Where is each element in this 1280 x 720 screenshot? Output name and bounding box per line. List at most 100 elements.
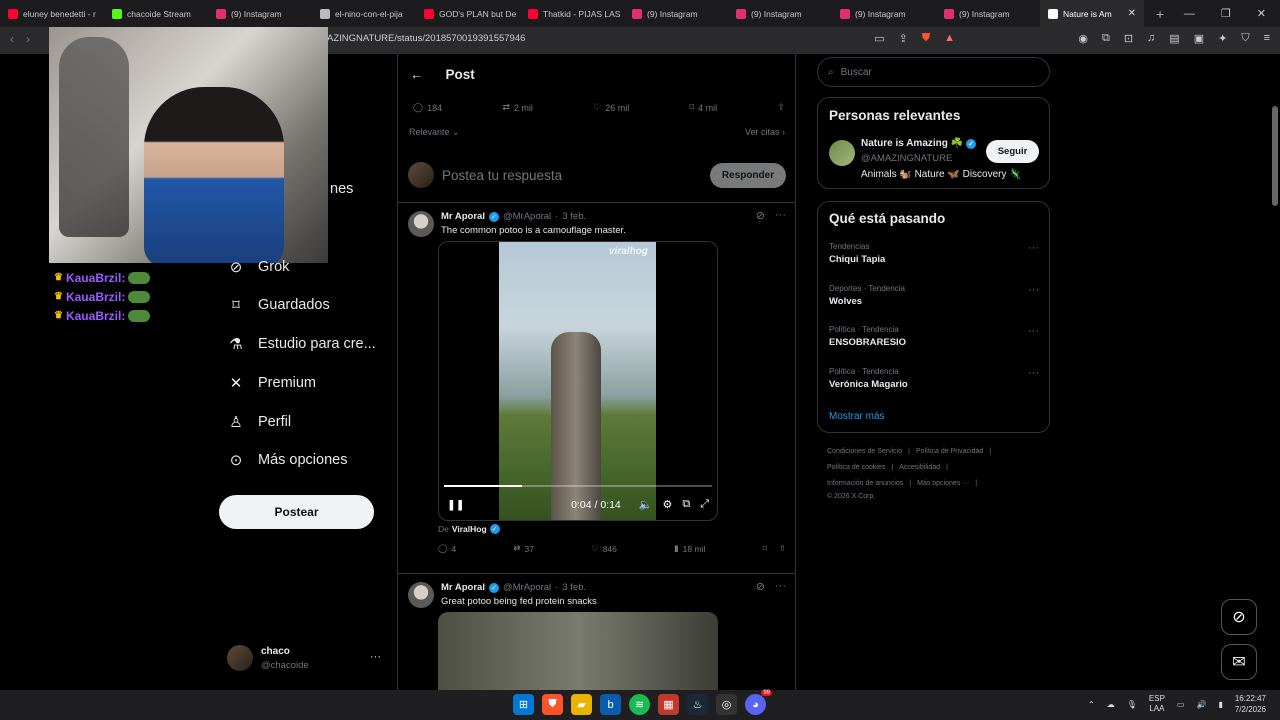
sidebar-item-perfil[interactable]: ♙ Perfil (228, 414, 291, 431)
battery-icon[interactable]: ▮ (1218, 700, 1222, 709)
footer-link[interactable]: Más opciones ··· (917, 480, 969, 487)
sidebar-item-guardados[interactable]: ⌑ Guardados (228, 297, 330, 314)
back-arrow-icon[interactable]: ← (410, 67, 424, 82)
new-tab-icon[interactable]: + (1156, 6, 1164, 22)
close-window-icon[interactable]: ✕ (1257, 7, 1266, 20)
more-icon[interactable]: ··· (1028, 325, 1039, 337)
menu-icon[interactable]: ≡ (1264, 32, 1270, 45)
trend-item[interactable]: Tendencias Chiqui Tapia ··· (829, 242, 1039, 265)
spotify-icon[interactable]: ≋ (629, 694, 650, 715)
trend-item[interactable]: Deportes · Tendencia Wolves ··· (829, 284, 1039, 307)
browser-tab[interactable]: eluney benedetti - r (0, 0, 104, 27)
display-icon[interactable]: ▭ (1177, 700, 1185, 709)
browser-tab[interactable]: (9) Instagram (936, 0, 1040, 27)
sidebar-item-m-s-opciones[interactable]: ⊙ Más opciones (228, 452, 348, 469)
sidebar-item-grok[interactable]: ⊘ Grok (228, 259, 290, 276)
more-icon[interactable]: ··· (370, 651, 381, 663)
reposts-stat[interactable]: ⇄ 2 mil (502, 102, 533, 113)
wallet-icon[interactable]: ◉ (1078, 32, 1088, 45)
share-icon[interactable]: ⇧ (779, 543, 786, 554)
messages-icon[interactable]: ✉ (1221, 644, 1257, 680)
start-icon[interactable]: ⊞ (513, 694, 534, 715)
account-switcher[interactable]: chaco @chacoide ··· (227, 645, 387, 673)
avatar[interactable] (408, 582, 434, 608)
back-icon[interactable]: ‹ (10, 32, 14, 46)
browser-tab[interactable]: (9) Instagram (832, 0, 936, 27)
footer-link[interactable]: Accesibilidad (899, 464, 940, 471)
browser-tab[interactable]: (9) Instagram (728, 0, 832, 27)
minimize-icon[interactable]: — (1184, 8, 1195, 20)
grok-icon[interactable]: ⊘ (756, 580, 765, 593)
close-tab-icon[interactable]: ✕ (1128, 8, 1136, 19)
steam-icon[interactable]: ♨ (687, 694, 708, 715)
trend-item[interactable]: Política · Tendencia Verónica Magario ··· (829, 367, 1039, 390)
footer-link[interactable]: Política de cookies (827, 464, 885, 471)
cast-icon[interactable]: ▭ (874, 32, 884, 45)
leo-ai-icon[interactable]: ✦ (1218, 32, 1227, 45)
forward-icon[interactable]: › (26, 32, 30, 46)
follow-button[interactable]: Seguir (986, 140, 1039, 163)
grok-fab-icon[interactable]: ⊘ (1221, 599, 1257, 635)
reply-action[interactable]: ◯ 4 (438, 543, 456, 554)
maximize-icon[interactable]: ❐ (1221, 7, 1231, 20)
reply-button[interactable]: Responder (710, 162, 786, 188)
more-icon[interactable]: ··· (1028, 367, 1039, 379)
network-icon[interactable]: ☁ (1107, 700, 1115, 709)
browser-tab[interactable]: (9) Instagram (624, 0, 728, 27)
repost-action[interactable]: ⇄ 37 (513, 543, 534, 554)
fullscreen-icon[interactable]: ⤢ (700, 498, 709, 511)
language-indicator[interactable]: ESP LAA (1149, 694, 1165, 714)
brave-shield-icon[interactable]: ⛊ (922, 32, 930, 45)
bookmarks-stat[interactable]: ⌑ 4 mil (690, 102, 718, 113)
replies-stat[interactable]: ◯ 184 (413, 102, 442, 113)
footer-link[interactable]: Política de Privacidad (916, 448, 983, 455)
brave-icon[interactable]: ⛊ (542, 694, 563, 715)
browser-tab[interactable]: Nature is Am ✕ (1040, 0, 1144, 27)
avatar[interactable] (408, 211, 434, 237)
grok-icon[interactable]: ⊘ (756, 209, 765, 222)
sort-dropdown[interactable]: Relevante ⌄ (409, 127, 460, 138)
post-button[interactable]: Postear (219, 495, 374, 529)
wallet-card-icon[interactable]: ▣ (1194, 32, 1204, 45)
brave-rewards-icon[interactable]: ▲ (944, 32, 955, 45)
mic-icon[interactable]: 🎙 (1127, 700, 1137, 709)
browser-tab[interactable]: (9) Instagram (208, 0, 312, 27)
volume-icon[interactable]: 🔊 (1196, 700, 1206, 709)
cheat-engine-icon[interactable]: ◎ (716, 694, 737, 715)
scrollbar-thumb[interactable] (1272, 106, 1278, 206)
tweet-image[interactable] (438, 612, 718, 690)
views-action[interactable]: ▮ 18 mil (674, 543, 705, 554)
folder-icon[interactable]: ▰ (571, 694, 592, 715)
discord-icon[interactable]: ◕ 99 (745, 690, 772, 715)
pause-icon[interactable]: ❚❚ (447, 499, 465, 511)
video-player[interactable]: viralhog ❚❚ 0:04 / 0:14 🔈 ⚙ ⧉ ⤢ (438, 241, 718, 521)
clock[interactable]: 16:22:47 7/2/2026 (1235, 693, 1266, 715)
screenshot-icon[interactable]: ⊡ (1124, 32, 1133, 45)
sidebar-partial-item[interactable]: nes (330, 181, 353, 197)
video-progress-bar[interactable] (444, 485, 712, 487)
footer-link[interactable]: Condiciones de Servicio (827, 448, 902, 455)
sidebar-toggle-icon[interactable]: ▤ (1169, 32, 1179, 45)
more-icon[interactable]: ··· (1028, 242, 1039, 254)
sidebar-item-premium[interactable]: ✕ Premium (228, 375, 316, 392)
reply-tweet[interactable]: Mr Aporal ✓ @MrAporal · 3 feb. ⊘ ··· The… (408, 209, 786, 571)
footer-link[interactable]: Información de anuncios (827, 480, 903, 487)
reply-tweet[interactable]: Mr Aporal ✓ @MrAporal · 3 feb. ⊘ ··· Gre… (408, 580, 786, 690)
page-scrollbar[interactable] (1272, 56, 1278, 688)
share-icon[interactable]: ⇪ (899, 32, 908, 45)
vpn-icon[interactable]: ⛉ (1241, 32, 1249, 45)
trend-item[interactable]: Política · Tendencia ENSOBRARESIO ··· (829, 325, 1039, 348)
sidebar-item-estudio-para-cre[interactable]: ⚗ Estudio para cre... (228, 336, 375, 353)
relevant-name[interactable]: Nature is Amazing ☘️ (861, 138, 963, 149)
reply-input[interactable]: Postea tu respuesta (442, 168, 702, 183)
more-icon[interactable]: ··· (775, 209, 786, 222)
avatar[interactable] (829, 140, 855, 166)
browser-tab[interactable]: el-nino-con-el-pija (312, 0, 416, 27)
more-icon[interactable]: ··· (1028, 284, 1039, 296)
bookmark-icon[interactable]: ⌑ (762, 543, 766, 554)
show-more-link[interactable]: Mostrar más (829, 411, 885, 422)
url-field[interactable]: AZINGNATURE/status/2018570019391557946 (327, 33, 525, 44)
chevron-up-icon[interactable]: ⌃ (1088, 700, 1095, 709)
music-icon[interactable]: ♫ (1147, 32, 1155, 45)
share-post-button[interactable]: ⇧ (777, 102, 785, 113)
